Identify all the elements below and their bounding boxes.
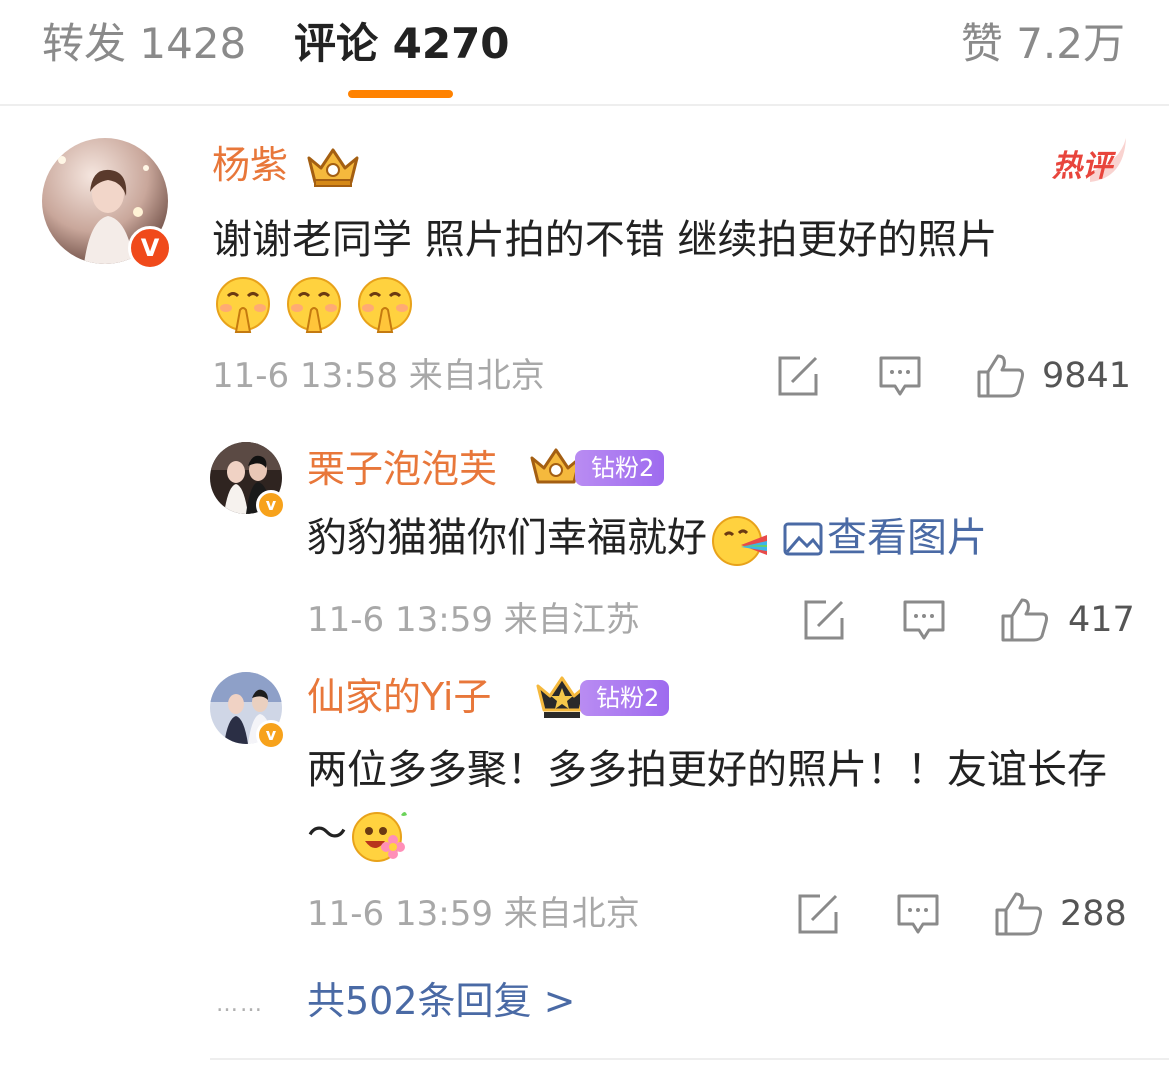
thumbs-up-icon[interactable]	[976, 352, 1026, 398]
tab-bar: 转发 1428 评论 4270 赞 7.2万	[0, 0, 1169, 106]
comment-body: 谢谢老同学 照片拍的不错 继续拍更好的照片	[212, 217, 998, 263]
fan-level-badge: 钻粉2	[575, 450, 665, 486]
verified-badge: v	[256, 720, 286, 750]
like-count: 9841	[1042, 356, 1132, 396]
reply-text: 豹豹猫猫你们幸福就好 查看图片	[307, 506, 1127, 570]
image-icon	[783, 522, 823, 556]
crown-icon	[307, 148, 359, 187]
emoji-row	[214, 276, 414, 334]
tab-likes[interactable]: 赞 7.2万	[961, 18, 1125, 70]
share-icon[interactable]	[796, 892, 840, 936]
reply-username[interactable]: 仙家的Yi子	[307, 674, 491, 720]
verified-badge: V	[128, 226, 172, 270]
flower-smile-emoji	[352, 812, 407, 862]
reply-meta: 11-6 13:59 来自江苏	[307, 600, 640, 640]
divider	[210, 1058, 1169, 1060]
tab-comments[interactable]: 评论 4270	[294, 18, 510, 70]
reply-meta: 11-6 13:59 来自北京	[307, 894, 640, 934]
like-count: 288	[1060, 894, 1127, 934]
hands-together-emoji	[216, 277, 270, 333]
reply-username[interactable]: 栗子泡泡芙	[307, 446, 497, 492]
tab-repost[interactable]: 转发 1428	[42, 18, 246, 70]
hands-together-emoji	[287, 277, 342, 333]
view-image-label: 查看图片	[827, 515, 987, 561]
like-count: 417	[1068, 600, 1135, 640]
share-icon[interactable]	[802, 598, 846, 642]
reply-body: 两位多多聚！多多拍更好的照片！！友谊长存～	[307, 747, 1107, 857]
active-tab-indicator	[348, 90, 453, 98]
comment-text: 谢谢老同学 照片拍的不错 继续拍更好的照片	[212, 208, 1122, 272]
comment-icon[interactable]	[902, 598, 946, 642]
comment-meta: 11-6 13:58 来自北京	[212, 356, 545, 396]
hands-together-emoji	[358, 277, 413, 333]
fan-level-badge: 钻粉2	[580, 680, 670, 716]
replies-ellipsis: ……	[216, 992, 264, 1017]
comment-icon[interactable]	[896, 892, 940, 936]
rainbow-vomit-emoji	[712, 516, 767, 566]
hot-comment-tag: 热评	[1051, 138, 1126, 184]
thumbs-up-icon[interactable]	[1000, 596, 1050, 642]
comment-icon[interactable]	[878, 354, 922, 398]
svg-text:热评: 热评	[1051, 149, 1117, 184]
reply-body: 豹豹猫猫你们幸福就好	[307, 515, 707, 561]
comment-username[interactable]: 杨紫	[212, 142, 288, 188]
view-all-replies-link[interactable]: 共502条回复 >	[307, 978, 575, 1024]
view-image-link[interactable]: 查看图片	[783, 515, 987, 561]
reply-text: 两位多多聚！多多拍更好的照片！！友谊长存～	[307, 738, 1107, 866]
thumbs-up-icon[interactable]	[994, 890, 1044, 936]
share-icon[interactable]	[776, 354, 820, 398]
verified-badge: v	[256, 490, 286, 520]
